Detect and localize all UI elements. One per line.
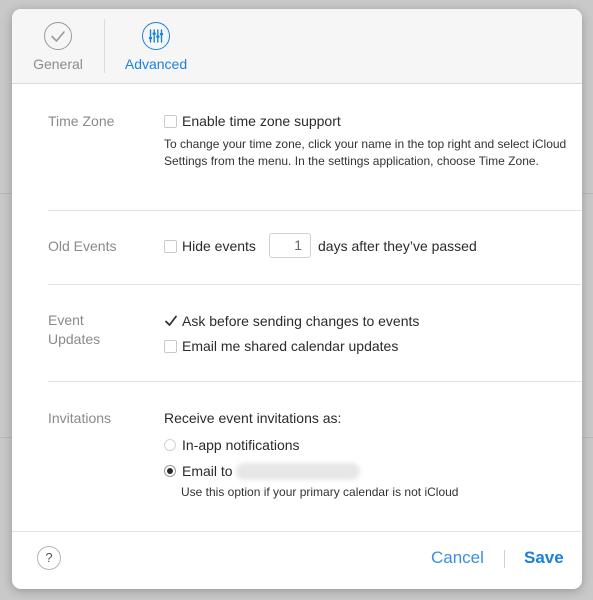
old-events-section-label: Old Events (48, 238, 117, 254)
footer-divider (12, 531, 582, 532)
checkmark-circle-icon (44, 22, 72, 50)
ask-before-sending-label: Ask before sending changes to events (182, 313, 420, 329)
event-updates-label-line2: Updates (48, 331, 101, 347)
event-updates-label-line1: Event (48, 312, 84, 328)
ask-before-sending-checkbox[interactable] (164, 315, 177, 328)
background-divider (582, 193, 593, 194)
email-shared-updates-label: Email me shared calendar updates (182, 338, 399, 354)
days-suffix-label: days after they’ve passed (318, 238, 477, 254)
time-zone-checkbox-label: Enable time zone support (182, 113, 341, 129)
email-to-label: Email to (182, 463, 233, 479)
tab-advanced[interactable]: Advanced (116, 9, 196, 83)
tab-advanced-label: Advanced (124, 56, 188, 72)
in-app-notifications-label: In-app notifications (182, 437, 300, 453)
time-zone-section-label: Time Zone (48, 113, 115, 129)
checkmark-icon (165, 315, 177, 326)
hide-events-label: Hide events (182, 238, 256, 254)
invitations-section-label: Invitations (48, 410, 112, 426)
section-divider (48, 210, 582, 211)
help-button[interactable]: ? (37, 546, 61, 570)
days-input[interactable]: 1 (269, 233, 311, 258)
section-divider (48, 284, 582, 285)
email-to-radio[interactable] (164, 465, 176, 477)
tab-general-label: General (33, 56, 83, 72)
section-divider (48, 381, 582, 382)
sliders-icon (142, 22, 170, 50)
cancel-button[interactable]: Cancel (431, 548, 484, 568)
old-events-option[interactable]: Hide events 1 days after they’ve passed (164, 233, 524, 258)
background-divider (582, 437, 593, 438)
preferences-dialog: General Advanced Time Zone Enable time z… (12, 9, 582, 589)
tab-separator (104, 19, 105, 73)
save-button[interactable]: Save (524, 548, 564, 568)
in-app-notifications-radio[interactable] (164, 439, 176, 451)
hide-events-checkbox[interactable] (164, 240, 177, 253)
email-option-help-text: Use this option if your primary calendar… (181, 485, 459, 499)
time-zone-help-text: To change your time zone, click your nam… (164, 137, 567, 168)
invitations-prompt: Receive event invitations as: (164, 410, 342, 426)
email-to-option[interactable]: Email to (164, 462, 384, 481)
tab-general[interactable]: General (26, 9, 90, 83)
preferences-toolbar: General Advanced (12, 9, 582, 84)
footer-button-separator (504, 550, 505, 568)
time-zone-checkbox[interactable] (164, 115, 177, 128)
email-shared-updates-checkbox[interactable] (164, 340, 177, 353)
event-updates-section-label: Event Updates (48, 311, 100, 349)
redacted-email-address (236, 463, 360, 480)
